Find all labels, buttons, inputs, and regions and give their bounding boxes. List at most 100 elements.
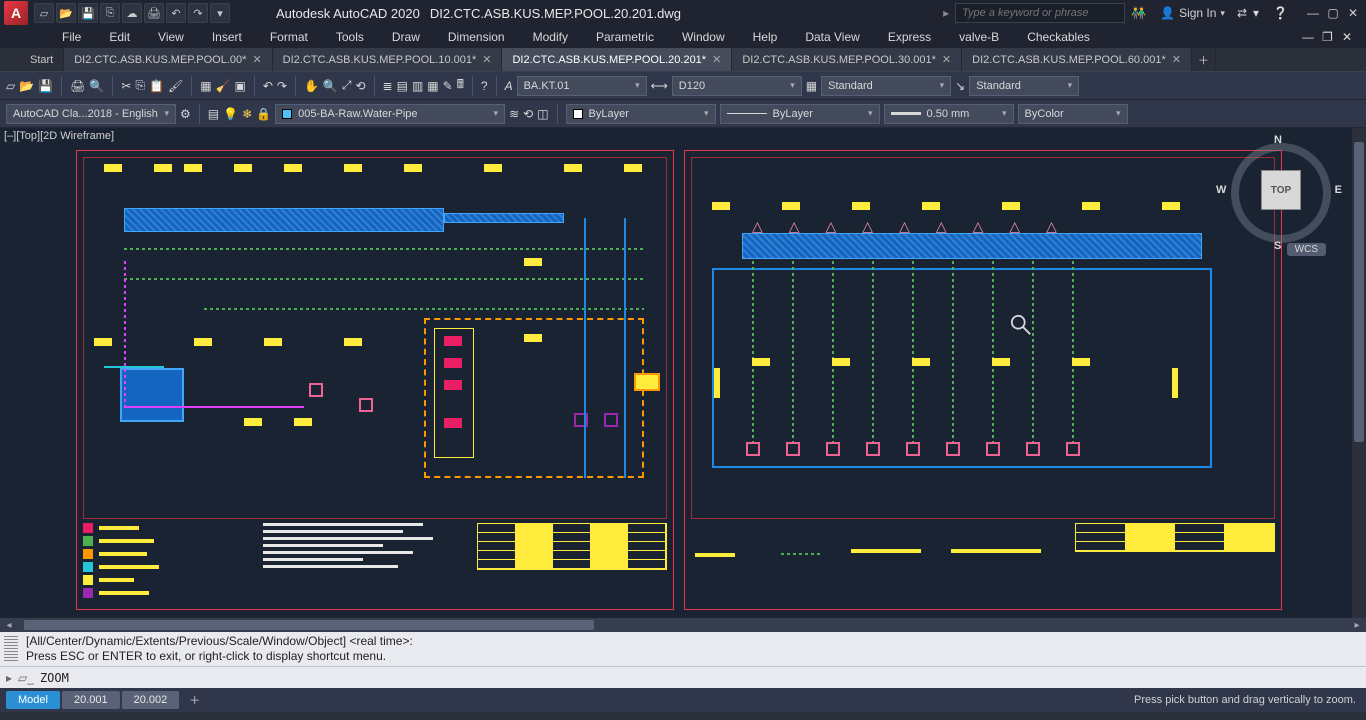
tab-close-icon[interactable]: ✕ <box>712 53 721 66</box>
scroll-thumb-h[interactable] <box>24 620 594 630</box>
compass-w[interactable]: W <box>1216 184 1226 196</box>
mleader-icon[interactable]: ↘ <box>955 79 965 93</box>
match-icon[interactable]: 🖌 <box>168 79 183 93</box>
compass-s[interactable]: S <box>1274 240 1281 252</box>
redo2-icon[interactable]: ↷ <box>277 79 287 93</box>
save-icon[interactable]: 💾 <box>78 3 98 23</box>
tab-doc-10[interactable]: DI2.CTC.ASB.KUS.MEP.POOL.10.001*✕ <box>273 48 503 71</box>
cut-icon[interactable]: ✂ <box>121 79 131 93</box>
scrollbar-horizontal[interactable]: ◂ ▸ <box>0 618 1366 632</box>
tab-doc-60[interactable]: DI2.CTC.ASB.KUS.MEP.POOL.60.001*✕ <box>962 48 1192 71</box>
menu-edit[interactable]: Edit <box>97 28 142 46</box>
search-input[interactable] <box>955 3 1125 23</box>
model-tab[interactable]: Model <box>6 691 60 709</box>
menu-file[interactable]: File <box>50 28 93 46</box>
close-icon[interactable]: ✕ <box>1344 4 1362 22</box>
layer-iso-icon[interactable]: ◫ <box>537 107 548 121</box>
command-input[interactable] <box>40 671 1360 685</box>
menu-valveb[interactable]: valve-B <box>947 28 1011 46</box>
layout-add[interactable]: ＋ <box>181 689 208 711</box>
tab-doc-00[interactable]: DI2.CTC.ASB.KUS.MEP.POOL.00*✕ <box>64 48 272 71</box>
help2-icon[interactable]: ? <box>481 79 488 93</box>
scroll-left-icon[interactable]: ◂ <box>2 620 16 631</box>
lineweight-combo[interactable]: 0.50 mm▾ <box>884 104 1014 124</box>
menu-window[interactable]: Window <box>670 28 737 46</box>
mdi-close-icon[interactable]: ✕ <box>1342 30 1360 44</box>
color-combo[interactable]: ByLayer▾ <box>566 104 716 124</box>
dcenter-icon[interactable]: ▤ <box>397 79 408 93</box>
redo-icon[interactable]: ↷ <box>188 3 208 23</box>
menu-draw[interactable]: Draw <box>380 28 432 46</box>
tab-close-icon[interactable]: ✕ <box>252 53 261 66</box>
preview-icon[interactable]: 🔍 <box>89 79 104 93</box>
paste-icon[interactable]: 📋 <box>149 79 164 93</box>
table-icon[interactable]: ▦ <box>806 79 817 93</box>
tab-new[interactable]: ＋ <box>1192 48 1216 71</box>
layer-on-icon[interactable]: 💡 <box>223 107 238 121</box>
clean-icon[interactable]: 🧹 <box>216 79 231 93</box>
plotstyle-combo[interactable]: ByColor▾ <box>1018 104 1128 124</box>
table-style-combo[interactable]: Standard▾ <box>821 76 951 96</box>
view-cube[interactable]: TOP N E S W <box>1226 138 1336 248</box>
linetype-combo[interactable]: ByLayer▾ <box>720 104 880 124</box>
open2-icon[interactable]: 📂 <box>19 79 34 93</box>
layer-combo[interactable]: 005-BA-Raw.Water-Pipe▾ <box>275 104 505 124</box>
menu-tools[interactable]: Tools <box>324 28 376 46</box>
wcs-tag[interactable]: WCS <box>1287 243 1326 256</box>
maximize-icon[interactable]: ▢ <box>1324 4 1342 22</box>
workspace-combo[interactable]: AutoCAD Cla...2018 - English▾ <box>6 104 176 124</box>
text-style-combo[interactable]: BA.KT.01▾ <box>517 76 647 96</box>
dim-style-combo[interactable]: D120▾ <box>672 76 802 96</box>
zoom-win-icon[interactable]: ⤢ <box>342 78 352 93</box>
menu-dataview[interactable]: Data View <box>793 28 871 46</box>
layer-prev-icon[interactable]: ⟲ <box>523 107 533 121</box>
save2-icon[interactable]: 💾 <box>38 79 53 93</box>
app-logo[interactable]: A <box>4 1 28 25</box>
block-icon[interactable]: ▦ <box>200 79 211 93</box>
compass-e[interactable]: E <box>1335 184 1342 196</box>
print-icon[interactable]: 🖨 <box>70 79 85 93</box>
text-icon[interactable]: A <box>505 79 513 93</box>
command-chevron-icon[interactable]: ▸ <box>6 671 12 685</box>
copy-icon[interactable]: ⎘ <box>135 78 145 93</box>
web-open-icon[interactable]: ☁ <box>122 3 142 23</box>
undo2-icon[interactable]: ↶ <box>263 79 273 93</box>
help-icon[interactable]: ❔ <box>1273 6 1288 20</box>
qat-more-icon[interactable]: ▾ <box>210 3 230 23</box>
select-icon[interactable]: ▣ <box>234 79 245 93</box>
signin-button[interactable]: 👤 Sign In ▾ <box>1160 6 1225 20</box>
mleader-style-combo[interactable]: Standard▾ <box>969 76 1079 96</box>
qnew-icon[interactable]: ▱ <box>6 79 15 93</box>
mdi-min-icon[interactable]: — <box>1302 30 1320 44</box>
menu-dimension[interactable]: Dimension <box>436 28 517 46</box>
tab-doc-30[interactable]: DI2.CTC.ASB.KUS.MEP.POOL.30.001*✕ <box>732 48 962 71</box>
app-store-icon[interactable]: ▾ <box>1253 6 1259 20</box>
layer-lock-icon[interactable]: 🔒 <box>256 107 271 121</box>
exchange-icon[interactable]: ⇄ <box>1237 6 1247 20</box>
infocenter-icon[interactable]: 👬 <box>1131 6 1146 20</box>
plot-icon[interactable]: 🖨 <box>144 3 164 23</box>
tab-close-icon[interactable]: ✕ <box>482 53 491 66</box>
viewport-label[interactable]: [–][Top][2D Wireframe] <box>4 130 114 142</box>
minimize-icon[interactable]: — <box>1304 4 1322 22</box>
menu-insert[interactable]: Insert <box>200 28 254 46</box>
dim-icon[interactable]: ⟷ <box>651 79 668 93</box>
menu-checkables[interactable]: Checkables <box>1015 28 1102 46</box>
cube-face[interactable]: TOP <box>1261 170 1301 210</box>
scroll-thumb[interactable] <box>1354 142 1364 442</box>
open-icon[interactable]: 📂 <box>56 3 76 23</box>
command-grip-icon[interactable] <box>4 635 18 661</box>
pan-icon[interactable]: ✋ <box>304 79 319 93</box>
menu-format[interactable]: Format <box>258 28 320 46</box>
layer-state-icon[interactable]: ≋ <box>509 107 519 121</box>
props-icon[interactable]: ≣ <box>383 79 393 93</box>
saveas-icon[interactable]: ⎘ <box>100 3 120 23</box>
layout-tab-1[interactable]: 20.001 <box>62 691 120 709</box>
markup-icon[interactable]: ✎ <box>443 79 453 93</box>
tab-close-icon[interactable]: ✕ <box>942 53 951 66</box>
mdi-restore-icon[interactable]: ❐ <box>1322 30 1340 44</box>
layer-props-icon[interactable]: ▤ <box>208 107 219 121</box>
ssm-icon[interactable]: ▦ <box>427 79 438 93</box>
tab-close-icon[interactable]: ✕ <box>1172 53 1181 66</box>
zoom-rt-icon[interactable]: 🔍 <box>323 79 338 93</box>
